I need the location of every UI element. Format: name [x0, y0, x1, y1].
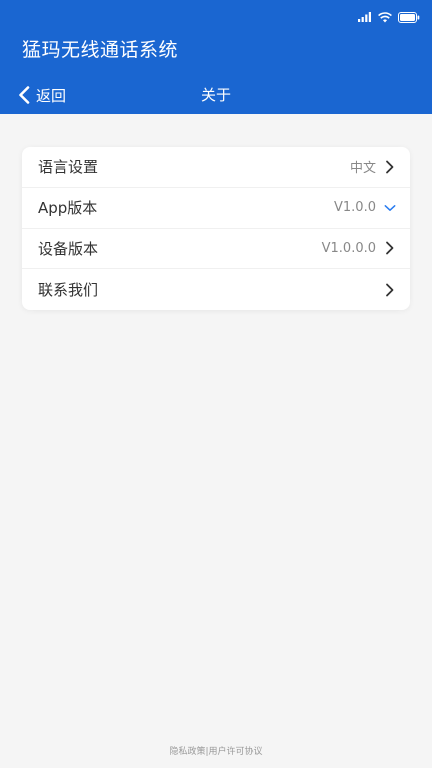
page-title: 关于 — [200, 86, 231, 104]
header: 猛玛无线通话系统 返回 关于 — [0, 0, 432, 114]
app-version-row[interactable]: App版本 V1.0.0 — [22, 188, 410, 229]
nav-bar: 返回 关于 — [0, 80, 432, 110]
wifi-icon — [378, 11, 392, 22]
app-title: 猛玛无线通话系统 — [22, 39, 179, 61]
row-label: 设备版本 — [38, 239, 99, 258]
device-version-row[interactable]: 设备版本 V1.0.0.0 — [22, 229, 410, 270]
row-label: 联系我们 — [38, 281, 99, 300]
chevron-right-icon — [384, 241, 396, 255]
language-setting-row[interactable]: 语言设置 中文 — [22, 147, 410, 188]
row-value: V1.0.0 — [334, 200, 376, 216]
privacy-policy-link[interactable]: 隐私政策 — [169, 747, 205, 757]
chevron-right-icon — [384, 283, 396, 297]
row-value: 中文 — [349, 161, 376, 177]
footer-links: 隐私政策|用户许可协议 — [0, 744, 432, 757]
status-bar — [358, 8, 420, 26]
battery-icon — [398, 11, 420, 23]
settings-card: 语言设置 中文 App版本 V1.0.0 设备版本 V1.0.0.0 联系我们 — [22, 147, 410, 310]
row-label: App版本 — [38, 199, 98, 218]
user-license-link[interactable]: 用户许可协议 — [209, 747, 263, 757]
row-value: V1.0.0.0 — [321, 240, 376, 256]
contact-us-row[interactable]: 联系我们 — [22, 269, 410, 310]
chevron-right-icon — [384, 160, 396, 174]
signal-icon — [358, 12, 371, 22]
chevron-down-icon — [384, 201, 396, 215]
row-label: 语言设置 — [38, 158, 99, 177]
